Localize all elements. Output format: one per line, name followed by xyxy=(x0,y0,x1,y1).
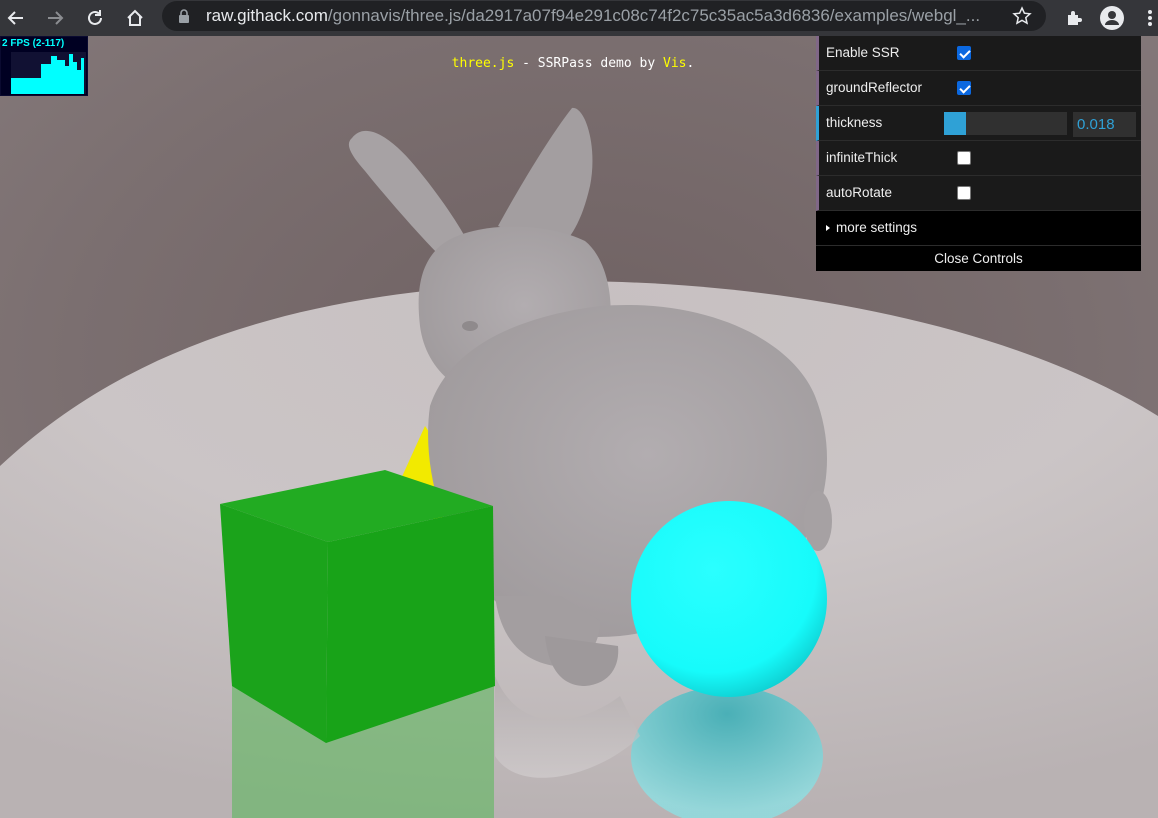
address-bar[interactable]: raw.githack.com/gonnavis/three.js/da2917… xyxy=(162,1,1046,31)
more-settings-folder[interactable]: more settings xyxy=(816,211,1141,246)
author-link[interactable]: Vis xyxy=(663,56,686,71)
thickness-row[interactable]: thickness 0.018 xyxy=(816,106,1141,141)
close-controls-button[interactable]: Close Controls xyxy=(816,246,1141,271)
title-text: - SSRPass demo by xyxy=(514,56,664,71)
lock-icon xyxy=(179,9,189,23)
browser-menu-button[interactable] xyxy=(1142,4,1158,32)
url-host: raw.githack.com xyxy=(206,6,328,25)
enable-ssr-row[interactable]: Enable SSR xyxy=(816,36,1141,71)
forward-arrow-icon xyxy=(48,11,64,25)
auto-rotate-checkbox[interactable] xyxy=(957,186,971,200)
cyan-sphere xyxy=(631,501,827,697)
thickness-slider[interactable] xyxy=(944,112,1067,135)
dat-gui-panel: Enable SSR groundReflector thickness 0.0… xyxy=(816,36,1141,271)
extensions-button[interactable] xyxy=(1060,4,1088,32)
profile-avatar-icon xyxy=(1100,6,1124,30)
profile-button[interactable] xyxy=(1098,4,1126,32)
url-text: raw.githack.com/gonnavis/three.js/da2917… xyxy=(206,1,996,31)
bookmark-star-icon[interactable] xyxy=(1012,6,1032,26)
back-button[interactable] xyxy=(2,4,30,32)
ground-reflector-row[interactable]: groundReflector xyxy=(816,71,1141,106)
ground-reflector-label: groundReflector xyxy=(826,80,923,95)
thickness-label: thickness xyxy=(826,115,883,130)
url-path: /gonnavis/three.js/da2917a07f94e291c08c7… xyxy=(327,6,981,25)
auto-rotate-label: autoRotate xyxy=(826,185,893,200)
home-icon xyxy=(127,9,143,26)
enable-ssr-label: Enable SSR xyxy=(826,45,900,60)
enable-ssr-checkbox[interactable] xyxy=(957,46,971,60)
forward-button[interactable] xyxy=(41,4,69,32)
title-period: . xyxy=(686,56,695,71)
infinite-thick-label: infiniteThick xyxy=(826,150,898,165)
webgl-viewport[interactable]: 2 FPS (2-117) three.js - SSRPass demo by… xyxy=(0,36,1158,818)
reload-button[interactable] xyxy=(81,4,109,32)
ground-reflector-checkbox[interactable] xyxy=(957,81,971,95)
caret-right-icon xyxy=(826,225,830,231)
fps-readout: 2 FPS (2-117) xyxy=(2,38,65,49)
more-vertical-icon xyxy=(1148,10,1152,26)
puzzle-piece-icon xyxy=(1068,11,1082,25)
thickness-slider-fill xyxy=(944,112,967,135)
infinite-thick-checkbox[interactable] xyxy=(957,151,971,165)
browser-toolbar: raw.githack.com/gonnavis/three.js/da2917… xyxy=(0,0,1158,36)
threejs-link[interactable]: three.js xyxy=(452,56,515,71)
thickness-input[interactable]: 0.018 xyxy=(1073,112,1136,137)
reload-icon xyxy=(88,10,102,25)
back-arrow-icon xyxy=(7,11,23,25)
auto-rotate-row[interactable]: autoRotate xyxy=(816,176,1141,211)
home-button[interactable] xyxy=(121,4,149,32)
more-settings-label: more settings xyxy=(836,220,918,235)
infinite-thick-row[interactable]: infiniteThick xyxy=(816,141,1141,176)
